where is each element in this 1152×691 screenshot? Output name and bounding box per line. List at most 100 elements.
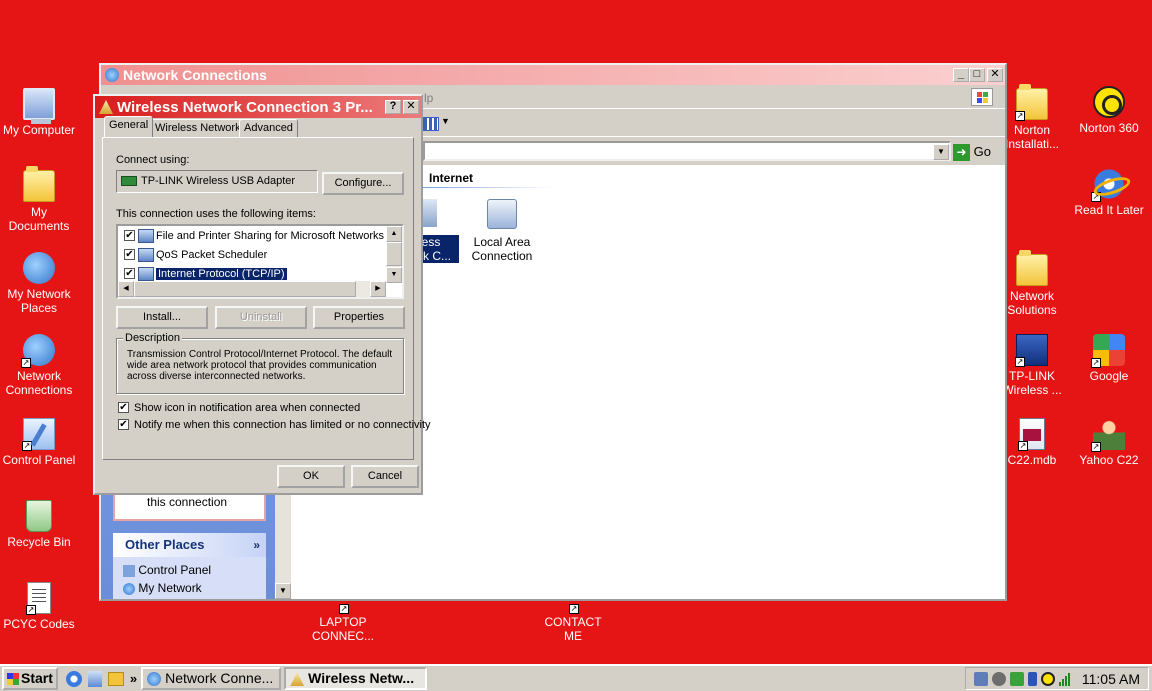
yahoo-icon: ↗ — [1091, 418, 1125, 452]
other-places-panel: Control Panel My Network — [113, 557, 266, 599]
document-icon: ↗ — [26, 582, 51, 615]
quick-launch-chevron[interactable]: » — [130, 671, 137, 686]
network-connections-icon — [105, 68, 119, 82]
desktop-icon-network-connections[interactable]: ↗ Network Connections — [0, 334, 78, 397]
dialog-title: Wireless Network Connection 3 Pr... — [117, 98, 373, 116]
desktop-icon-pcyc-codes[interactable]: ↗ PCYC Codes — [0, 582, 78, 631]
desktop-icon-read-it-later[interactable]: ↗ Read It Later — [1070, 168, 1148, 217]
network-connections-icon: ↗ — [21, 334, 55, 368]
recycle-bin-icon — [26, 500, 52, 532]
install-button[interactable]: Install... — [116, 306, 208, 329]
desktop-icon-label: My Documents — [8, 205, 70, 233]
folder-icon[interactable] — [107, 671, 124, 686]
help-button[interactable]: ? — [385, 100, 401, 114]
item-checkbox[interactable]: ✔ — [124, 249, 135, 260]
task-link[interactable]: this connection — [147, 495, 227, 509]
menu-help[interactable]: lp — [424, 91, 433, 105]
scroll-up-arrow[interactable]: ▲ — [386, 226, 402, 242]
database-file-icon: ↗ — [1018, 418, 1045, 451]
scroll-right-arrow[interactable]: ▶ — [370, 281, 386, 297]
general-tab-page: Connect using: TP-LINK Wireless USB Adap… — [102, 137, 431, 460]
control-panel-icon — [123, 564, 135, 577]
desktop-icon-my-network-places[interactable]: My Network Places — [0, 252, 78, 315]
scroll-left-arrow[interactable]: ◀ — [118, 281, 134, 297]
ok-button[interactable]: OK — [277, 465, 345, 488]
task-network-connections[interactable]: Network Conne... — [141, 667, 282, 690]
desktop-icon-my-computer[interactable]: My Computer — [0, 88, 78, 137]
start-button[interactable]: Start — [2, 667, 58, 690]
task-pane-scrollbar[interactable]: ▼ — [275, 483, 291, 599]
maximize-button[interactable]: □ — [969, 68, 985, 82]
network-tray-icon[interactable] — [973, 671, 988, 686]
desktop-icon-google[interactable]: ↗ Google — [1070, 334, 1148, 383]
item-checkbox[interactable]: ✔ — [124, 230, 135, 241]
item-label: File and Printer Sharing for Microsoft N… — [156, 230, 385, 242]
scroll-thumb[interactable] — [134, 281, 356, 297]
show-icon-checkbox[interactable]: ✔ — [118, 402, 129, 413]
norton-tray-icon[interactable] — [1040, 671, 1055, 686]
wifi-signal-icon[interactable] — [1058, 672, 1070, 686]
dialog-title-bar[interactable]: Wireless Network Connection 3 Pr... ? ✕ — [95, 96, 421, 118]
close-button[interactable]: ✕ — [403, 100, 419, 114]
desktop-icon-norton-360[interactable]: Norton 360 — [1070, 86, 1148, 135]
other-place-my-network[interactable]: My Network — [123, 581, 202, 595]
other-place-control-panel[interactable]: Control Panel — [123, 563, 211, 577]
list-vertical-scrollbar[interactable]: ▲ ▼ — [386, 226, 402, 283]
list-item[interactable]: ✔ QoS Packet Scheduler — [122, 246, 267, 264]
desktop-icon-label: Read It Later — [1074, 203, 1144, 217]
scroll-thumb[interactable] — [386, 242, 402, 266]
list-item[interactable]: ✔ File and Printer Sharing for Microsoft… — [122, 227, 384, 245]
tab-advanced[interactable]: Advanced — [239, 119, 298, 138]
scroll-down-arrow[interactable]: ▼ — [275, 583, 291, 599]
item-checkbox[interactable]: ✔ — [124, 268, 135, 279]
title-bar[interactable]: Network Connections _ □ ✕ — [101, 65, 1005, 85]
tab-general[interactable]: General — [104, 116, 154, 137]
desktop-icon-contact-me[interactable]: ↗ CONTACT ME — [534, 600, 612, 643]
uninstall-button[interactable]: Uninstall — [215, 306, 307, 329]
properties-button[interactable]: Properties — [313, 306, 405, 329]
views-button[interactable]: ▼ — [423, 115, 450, 133]
security-tray-icon[interactable] — [1009, 671, 1024, 686]
desktop-icon-my-documents[interactable]: My Documents — [0, 166, 78, 233]
task-wireless-network[interactable]: Wireless Netw... — [284, 667, 428, 690]
documents-folder-icon — [23, 166, 55, 202]
norton-icon — [1093, 86, 1125, 118]
desktop-icon-label: LAPTOP CONNEC... — [311, 615, 374, 643]
configure-button[interactable]: Configure... — [322, 172, 404, 195]
folder-icon: ↗ — [1015, 84, 1048, 121]
go-button[interactable]: ➜ Go — [953, 142, 991, 162]
cancel-button[interactable]: Cancel — [351, 465, 419, 488]
local-area-connection-item[interactable]: Local Area Connection — [467, 199, 537, 265]
other-place-label: My Network — [138, 581, 202, 595]
windows-logo-icon — [971, 88, 993, 106]
address-dropdown-button[interactable]: ▼ — [933, 144, 949, 160]
scroll-down-arrow[interactable]: ▼ — [386, 267, 402, 283]
components-list[interactable]: ✔ File and Printer Sharing for Microsoft… — [116, 224, 404, 299]
desktop-icon-recycle-bin[interactable]: Recycle Bin — [0, 500, 78, 549]
speaker-tray-icon[interactable] — [991, 671, 1006, 686]
desktop-icon[interactable] — [87, 670, 102, 687]
collapse-chevron-icon[interactable]: » — [253, 533, 260, 557]
minimize-button[interactable]: _ — [953, 68, 969, 82]
network-connection-icon — [99, 100, 113, 114]
close-button[interactable]: ✕ — [987, 68, 1003, 82]
windows-logo-icon — [7, 673, 19, 686]
shortcut-icon: ↗ — [569, 604, 579, 614]
task-label: Network Conne... — [165, 670, 274, 686]
list-horizontal-scrollbar[interactable]: ◀ ▶ — [118, 281, 386, 297]
battery-tray-icon[interactable] — [1027, 671, 1037, 686]
clock[interactable]: 11:05 AM — [1082, 671, 1140, 687]
notify-checkbox[interactable]: ✔ — [118, 419, 129, 430]
other-places-header[interactable]: Other Places » — [113, 533, 266, 557]
desktop-icon-control-panel[interactable]: ↗ Control Panel — [0, 418, 78, 467]
other-place-label: Control Panel — [138, 563, 212, 577]
chevron-down-icon: ▼ — [441, 116, 450, 126]
desktop-icon-laptop-connection[interactable]: ↗ LAPTOP CONNEC... — [304, 600, 382, 643]
items-label: This connection uses the following items… — [116, 208, 316, 220]
internet-explorer-icon[interactable] — [65, 670, 82, 687]
desktop-icon-yahoo-c22[interactable]: ↗ Yahoo C22 — [1070, 418, 1148, 467]
connection-properties-dialog[interactable]: Wireless Network Connection 3 Pr... ? ✕ … — [93, 94, 431, 495]
tab-wireless-networks[interactable]: Wireless Networks — [150, 119, 252, 138]
wireless-connection-item[interactable]: less rk C... — [419, 199, 459, 265]
address-input[interactable] — [423, 141, 951, 161]
